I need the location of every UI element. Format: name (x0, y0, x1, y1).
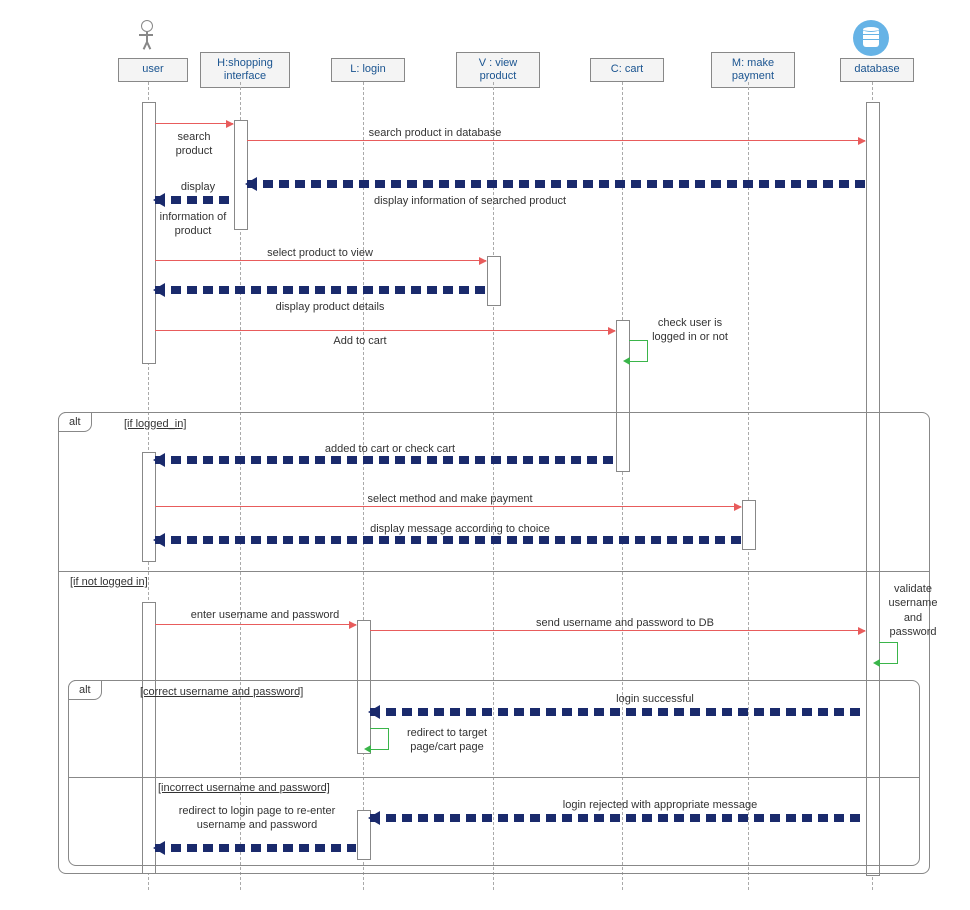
participant-cart: C: cart (590, 58, 664, 82)
msg-send-credentials-label: send username and password to DB (500, 616, 750, 630)
participant-payment: M: make payment (711, 52, 795, 88)
msg-return-display-user (155, 196, 233, 204)
msg-search-in-db-label: search product in database (320, 126, 550, 140)
self-msg-validate (879, 642, 898, 664)
fragment-divider-2 (69, 777, 919, 778)
msg-display-label-bottom: information of product (148, 210, 238, 239)
msg-search-product (155, 123, 233, 124)
actor-icon (136, 20, 160, 50)
msg-return-redirect-login (155, 844, 356, 852)
msg-enter-credentials (155, 624, 356, 625)
participant-user: user (118, 58, 188, 82)
guard-incorrect: [incorrect username and password] (158, 782, 330, 794)
msg-return-payment-label: display message according to choice (330, 522, 590, 536)
msg-return-login-rejected-label: login rejected with appropriate message (530, 798, 790, 812)
msg-return-product-details-label: display product details (240, 300, 420, 314)
self-msg-redirect-target (370, 728, 389, 750)
participant-login: L: login (331, 58, 405, 82)
msg-select-product-label: select product to view (230, 246, 410, 260)
msg-add-to-cart (155, 330, 615, 331)
msg-add-to-cart-label: Add to cart (300, 334, 420, 348)
fragment-alt-outer-label: alt (58, 412, 92, 432)
msg-enter-credentials-label: enter username and password (170, 608, 360, 622)
self-msg-redirect-target-label: redirect to target page/cart page (392, 726, 502, 755)
guard-not-logged-in: [if not logged in] (70, 576, 148, 588)
activation-view-1 (487, 256, 501, 306)
fragment-divider-1 (59, 571, 929, 572)
msg-return-product-details (155, 286, 486, 294)
participant-shopping: H:shopping interface (200, 52, 290, 88)
database-icon (853, 20, 889, 56)
msg-return-login-rejected (370, 814, 865, 822)
guard-correct: [correct username and password] (140, 686, 303, 698)
msg-return-login-success (370, 708, 865, 716)
msg-return-login-success-label: login successful (580, 692, 730, 706)
msg-display-label-top: display (170, 180, 226, 194)
msg-return-payment (155, 536, 741, 544)
participant-view: V : view product (456, 52, 540, 88)
msg-return-added-cart-label: added to cart or check cart (280, 442, 500, 456)
sequence-diagram: user H:shopping interface L: login V : v… (20, 20, 950, 890)
self-msg-check-login-label: check user is logged in or not (640, 316, 740, 345)
guard-logged-in: [if logged_in] (124, 418, 186, 430)
participant-database: database (840, 58, 914, 82)
msg-return-display-info-label: display information of searched product (330, 194, 610, 208)
msg-return-added-cart (155, 456, 615, 464)
fragment-alt-inner-label: alt (68, 680, 102, 700)
msg-search-product-label: search product (166, 130, 222, 159)
msg-make-payment-label: select method and make payment (320, 492, 580, 506)
msg-return-display-info (247, 180, 865, 188)
self-msg-validate-label: validate username and password (882, 582, 944, 639)
msg-return-redirect-login-label: redirect to login page to re-enter usern… (162, 804, 352, 833)
